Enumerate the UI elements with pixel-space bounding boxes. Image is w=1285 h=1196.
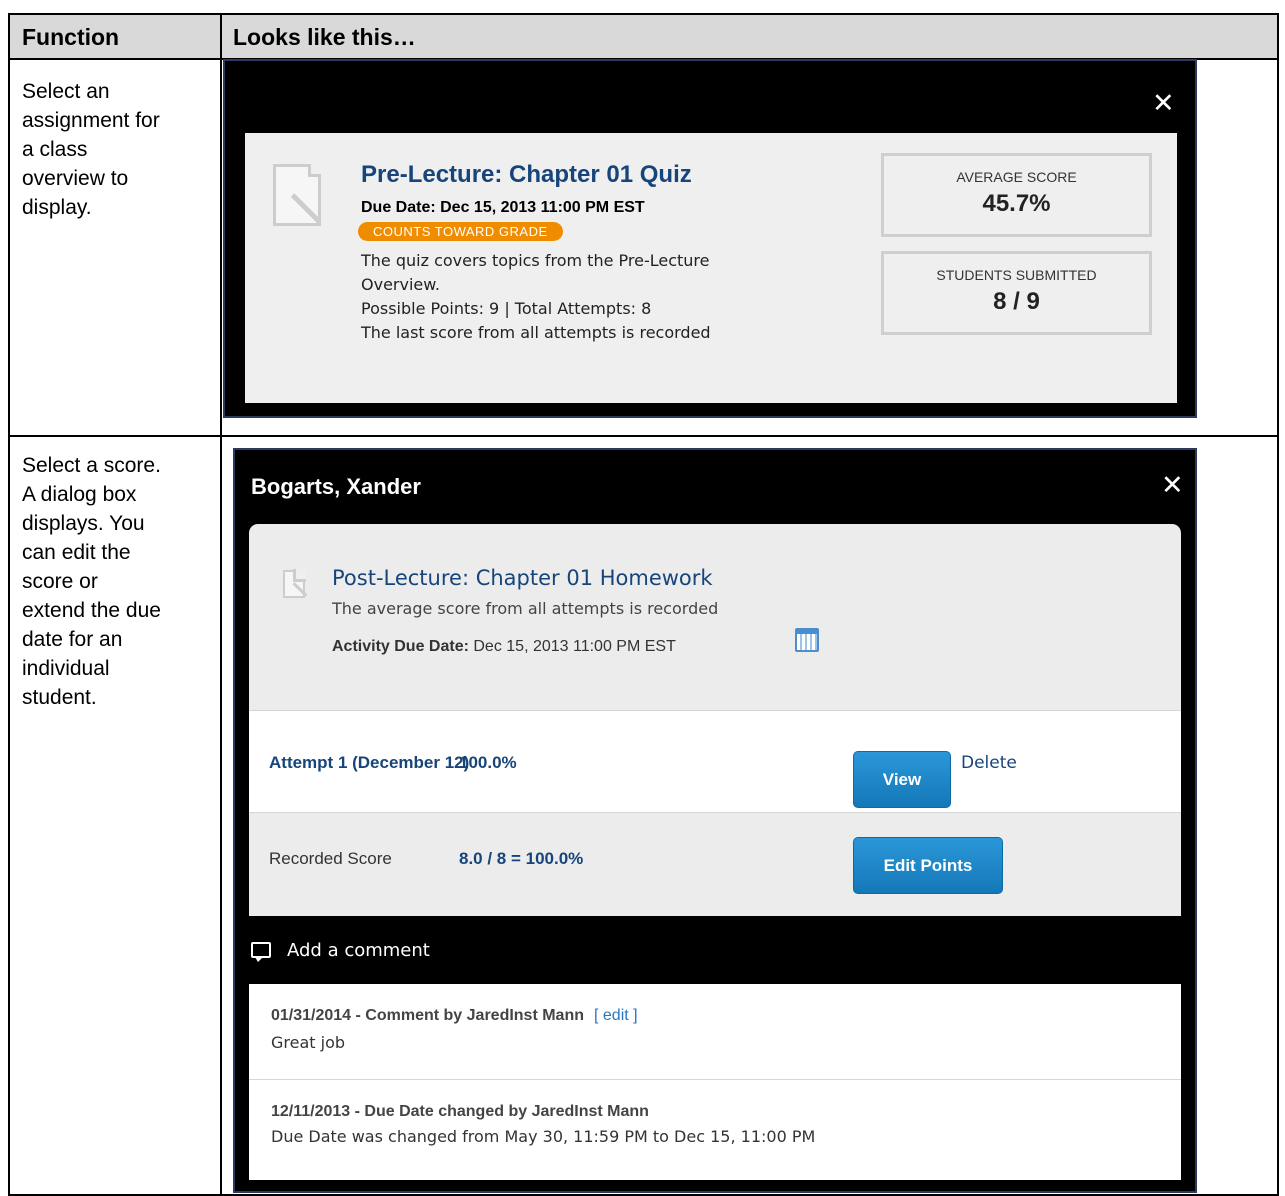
student-name: Bogarts, Xander — [251, 474, 421, 499]
average-score-box: AVERAGE SCORE 45.7% — [881, 153, 1152, 237]
assignment-header: Post-Lecture: Chapter 01 Homework The av… — [249, 524, 1181, 710]
edit-points-button[interactable]: Edit Points — [853, 837, 1003, 894]
students-submitted-label: STUDENTS SUBMITTED — [936, 267, 1097, 283]
delete-link[interactable]: Delete — [961, 753, 1017, 773]
comment-item: 01/31/2014 - Comment by JaredInst Mann[ … — [249, 984, 1181, 1080]
comment-header: 01/31/2014 - Comment by JaredInst Mann[ … — [271, 1007, 638, 1024]
activity-due-date: Activity Due Date: Dec 15, 2013 11:00 PM… — [332, 638, 676, 655]
average-score-label: AVERAGE SCORE — [956, 169, 1077, 185]
assignment-overview-panel: ✕ Pre-Lecture: Chapter 01 Quiz Due Date:… — [223, 59, 1197, 418]
view-button[interactable]: View — [853, 751, 951, 808]
add-comment-link[interactable]: Add a comment — [251, 940, 430, 962]
counts-toward-grade-badge: COUNTS TOWARD GRADE — [358, 222, 563, 241]
assignment-title[interactable]: Pre-Lecture: Chapter 01 Quiz — [361, 161, 692, 189]
average-score-value: 45.7% — [982, 190, 1051, 217]
edit-comment-link[interactable]: [ edit ] — [594, 1007, 638, 1024]
close-icon[interactable]: ✕ — [1161, 472, 1184, 499]
comment-icon — [251, 942, 271, 962]
scoring-rule: The last score from all attempts is reco… — [361, 323, 711, 342]
row1-description: Select an assignment for a class overvie… — [22, 80, 160, 219]
header-looks-like: Looks like this… — [233, 24, 416, 50]
header-function: Function — [22, 24, 120, 50]
points-attempts: Possible Points: 9 | Total Attempts: 8 — [361, 299, 652, 318]
comment-text: Great job — [271, 1033, 346, 1052]
attempt-link[interactable]: Attempt 1 (December 12) — [269, 753, 469, 773]
calendar-icon[interactable] — [795, 628, 819, 652]
description-line-2: Overview. — [361, 275, 440, 294]
due-date: Due Date: Dec 15, 2013 11:00 PM EST — [361, 199, 645, 216]
comment-list: 01/31/2014 - Comment by JaredInst Mann[ … — [249, 984, 1181, 1180]
table-header-row: Function Looks like this… — [10, 15, 1277, 60]
recorded-score-value: 8.0 / 8 = 100.0% — [459, 849, 584, 868]
scoring-rule: The average score from all attempts is r… — [332, 599, 719, 618]
attempt-row: Attempt 1 (December 12) 100.0% View Dele… — [249, 710, 1181, 812]
comment-text: Due Date was changed from May 30, 11:59 … — [271, 1127, 816, 1146]
students-submitted-box: STUDENTS SUBMITTED 8 / 9 — [881, 251, 1152, 335]
overview-card: Pre-Lecture: Chapter 01 Quiz Due Date: D… — [245, 133, 1177, 403]
close-icon[interactable]: ✕ — [1152, 90, 1175, 117]
attempt-score: 100.0% — [459, 753, 517, 772]
column-divider — [220, 15, 222, 1194]
recorded-score-label: Recorded Score — [269, 849, 392, 868]
row-divider — [10, 435, 1277, 437]
recorded-score-row: Recorded Score 8.0 / 8 = 100.0% Edit Poi… — [249, 812, 1181, 916]
comment-header: 12/11/2013 - Due Date changed by JaredIn… — [271, 1103, 649, 1120]
students-submitted-value: 8 / 9 — [993, 288, 1040, 315]
assignment-title-link[interactable]: Post-Lecture: Chapter 01 Homework — [332, 566, 713, 590]
description-line-1: The quiz covers topics from the Pre-Lect… — [361, 251, 710, 270]
student-score-dialog: Bogarts, Xander ✕ Post-Lecture: Chapter … — [233, 448, 1197, 1193]
row2-description: Select a score. A dialog box displays. Y… — [22, 454, 161, 709]
